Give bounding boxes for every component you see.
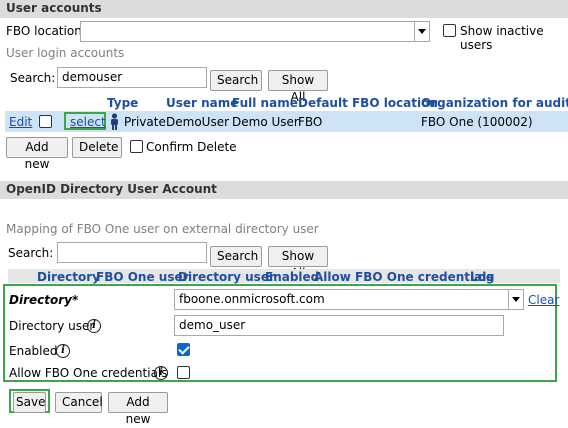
row-organization: FBO One (100002) bbox=[421, 115, 533, 129]
user-add-new-button[interactable]: Add new bbox=[6, 137, 68, 171]
confirm-delete-checkbox[interactable] bbox=[130, 140, 143, 153]
user-search-label: Search: bbox=[10, 71, 56, 85]
col-full-name[interactable]: Full name bbox=[232, 96, 298, 110]
row-select-checkbox[interactable] bbox=[39, 115, 52, 128]
user-search-button[interactable]: Search bbox=[210, 70, 262, 91]
directory-user-value: demo_user bbox=[179, 318, 246, 332]
openid-search-label: Search: bbox=[8, 246, 54, 260]
enabled-label: Enabled bbox=[9, 344, 58, 358]
row-user-name: DemoUser bbox=[166, 115, 230, 129]
directory-label: Directory* bbox=[9, 293, 79, 307]
dropdown-arrow-icon[interactable] bbox=[414, 22, 429, 41]
allow-credentials-checkbox[interactable] bbox=[177, 366, 190, 379]
mapping-label: Mapping of FBO One user on external dire… bbox=[6, 222, 319, 236]
info-icon[interactable]: i bbox=[56, 344, 70, 358]
openid-search-input[interactable] bbox=[57, 242, 207, 263]
openid-show-all-button[interactable]: Show All bbox=[268, 246, 328, 280]
col-default-fbo-location[interactable]: Default FBO location bbox=[298, 96, 438, 110]
cancel-button[interactable]: Cancel bbox=[55, 392, 103, 413]
directory-select[interactable]: fboone.onmicrosoft.com bbox=[174, 289, 524, 310]
openid-header: OpenID Directory User Account bbox=[0, 181, 568, 199]
row-type: Private bbox=[124, 115, 166, 129]
directory-value: fboone.onmicrosoft.com bbox=[179, 292, 325, 306]
col-user-name[interactable]: User name bbox=[166, 96, 238, 110]
enabled-checkbox[interactable] bbox=[177, 343, 190, 356]
fbo-location-select[interactable] bbox=[80, 21, 430, 42]
user-accounts-header: User accounts bbox=[0, 0, 568, 18]
col-log[interactable]: Log bbox=[470, 270, 494, 284]
dropdown-arrow-icon[interactable] bbox=[508, 290, 523, 309]
login-accounts-label: User login accounts bbox=[6, 46, 125, 60]
col-enabled[interactable]: Enabled bbox=[265, 270, 319, 284]
row-default-fbo: FBO bbox=[298, 115, 323, 129]
delete-button[interactable]: Delete bbox=[72, 137, 122, 158]
openid-title: OpenID Directory User Account bbox=[6, 182, 217, 196]
allow-credentials-label: Allow FBO One credentials bbox=[9, 366, 168, 380]
confirm-delete-label: Confirm Delete bbox=[146, 140, 237, 154]
user-search-value: demouser bbox=[62, 70, 123, 84]
clear-link[interactable]: Clear bbox=[528, 293, 559, 307]
user-accounts-title: User accounts bbox=[6, 1, 102, 15]
openid-search-button[interactable]: Search bbox=[210, 246, 262, 267]
show-inactive-label: Show inactive users bbox=[460, 24, 544, 52]
col-directory-user[interactable]: Directory user bbox=[178, 270, 275, 284]
save-button[interactable]: Save bbox=[13, 392, 46, 413]
user-search-input[interactable]: demouser bbox=[57, 67, 207, 88]
info-icon[interactable]: i bbox=[154, 366, 168, 380]
openid-add-new-button[interactable]: Add new bbox=[108, 392, 168, 426]
info-icon[interactable]: i bbox=[87, 319, 101, 333]
fbo-location-label: FBO location: bbox=[6, 24, 86, 38]
col-directory[interactable]: Directory bbox=[37, 270, 100, 284]
directory-user-label: Directory user bbox=[9, 319, 95, 333]
col-allow-credentials[interactable]: Allow FBO One credentials bbox=[314, 270, 493, 284]
directory-user-input[interactable]: demo_user bbox=[174, 315, 504, 336]
col-type[interactable]: Type bbox=[107, 96, 138, 110]
show-inactive-checkbox[interactable] bbox=[443, 24, 456, 37]
user-show-all-button[interactable]: Show All bbox=[268, 70, 328, 104]
edit-link[interactable]: Edit bbox=[9, 115, 32, 129]
row-full-name: Demo User bbox=[232, 115, 299, 129]
user-icon bbox=[111, 113, 118, 130]
col-fbo-one-user[interactable]: FBO One user bbox=[96, 270, 189, 284]
select-link[interactable]: select bbox=[70, 115, 106, 129]
col-organization[interactable]: Organization for audit log bbox=[421, 96, 568, 110]
